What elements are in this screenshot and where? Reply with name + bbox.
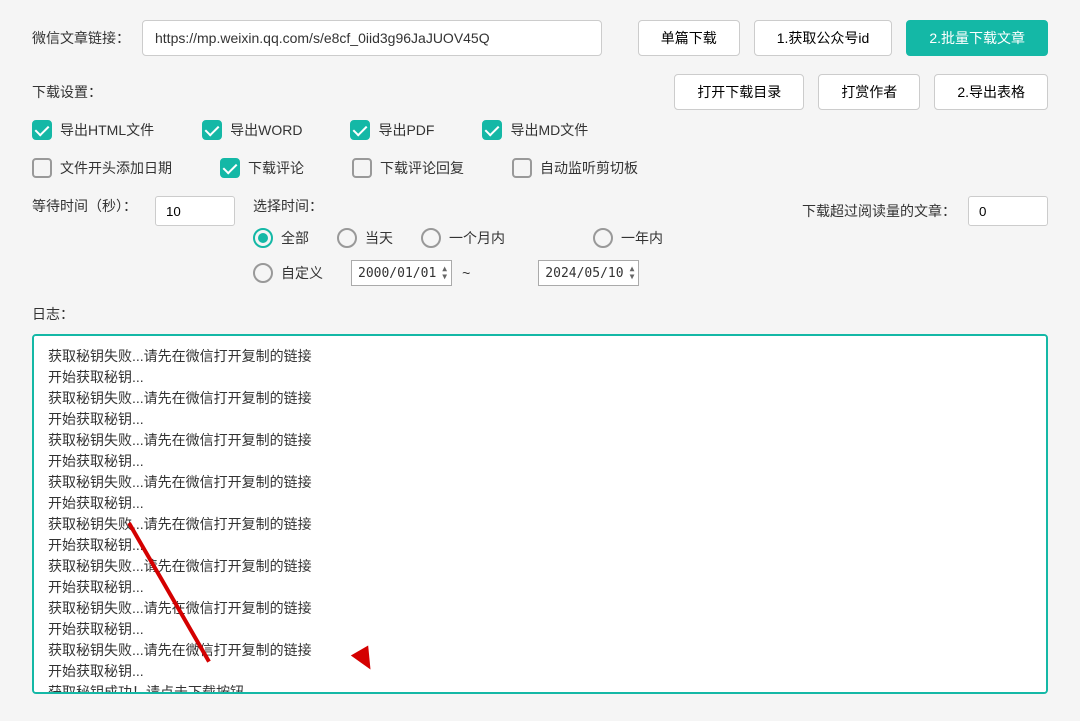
date-from-input[interactable]: 2000/01/01 ▲▼: [351, 260, 452, 286]
checkbox-icon: [202, 120, 222, 140]
add-date-label: 文件开头添加日期: [60, 158, 172, 178]
checkbox-icon: [350, 120, 370, 140]
time-settings-row: 等待时间（秒）： 选择时间： 全部 当天 一个月内 一年内: [32, 196, 1048, 286]
log-line: 开始获取秘钥...: [48, 619, 1032, 640]
radio-icon: [253, 228, 273, 248]
log-line: 获取秘钥失败...请先在微信打开复制的链接: [48, 556, 1032, 577]
spinner-icon: ▲▼: [630, 265, 635, 281]
log-label: 日志：: [32, 304, 1048, 324]
download-comments-label: 下载评论: [248, 158, 304, 178]
read-count-input[interactable]: [968, 196, 1048, 226]
checkbox-row-1: 导出HTML文件 导出WORD 导出PDF 导出MD文件: [32, 120, 1048, 140]
wait-time-label: 等待时间（秒）：: [32, 196, 137, 216]
checkbox-icon: [32, 120, 52, 140]
donate-button[interactable]: 打赏作者: [818, 74, 920, 110]
read-count-area: 下载超过阅读量的文章：: [802, 196, 1048, 226]
log-line: 获取秘钥失败...请先在微信打开复制的链接: [48, 346, 1032, 367]
auto-clipboard-checkbox[interactable]: 自动监听剪切板: [512, 158, 638, 178]
export-word-label: 导出WORD: [230, 120, 302, 140]
radio-one-year-label: 一年内: [621, 228, 663, 248]
get-account-id-button[interactable]: 1.获取公众号id: [754, 20, 893, 56]
log-line: 开始获取秘钥...: [48, 451, 1032, 472]
download-settings-label: 下载设置：: [32, 82, 102, 102]
radio-today-label: 当天: [365, 228, 393, 248]
checkbox-icon: [352, 158, 372, 178]
download-comments-checkbox[interactable]: 下载评论: [220, 158, 304, 178]
checkbox-icon: [512, 158, 532, 178]
auto-clipboard-label: 自动监听剪切板: [540, 158, 638, 178]
time-chooser: 选择时间： 全部 当天 一个月内 一年内 自定义: [253, 196, 691, 286]
log-line: 获取秘钥失败...请先在微信打开复制的链接: [48, 388, 1032, 409]
checkbox-row-2: 文件开头添加日期 下载评论 下载评论回复 自动监听剪切板: [32, 158, 1048, 178]
export-pdf-checkbox[interactable]: 导出PDF: [350, 120, 434, 140]
log-line: 开始获取秘钥...: [48, 409, 1032, 430]
log-line: 获取秘钥失败...请先在微信打开复制的链接: [48, 598, 1032, 619]
checkbox-icon: [482, 120, 502, 140]
add-date-checkbox[interactable]: 文件开头添加日期: [32, 158, 172, 178]
export-html-label: 导出HTML文件: [60, 120, 154, 140]
radio-one-year[interactable]: 一年内: [593, 228, 663, 248]
radio-custom[interactable]: 自定义: [253, 263, 323, 283]
checkbox-icon: [32, 158, 52, 178]
export-table-button[interactable]: 2.导出表格: [934, 74, 1048, 110]
date-to-value: 2024/05/10: [545, 266, 623, 281]
url-row: 微信文章链接： 单篇下载 1.获取公众号id 2.批量下载文章: [32, 20, 1048, 56]
checkbox-icon: [220, 158, 240, 178]
log-line: 获取秘钥失败...请先在微信打开复制的链接: [48, 430, 1032, 451]
export-md-label: 导出MD文件: [510, 120, 588, 140]
spinner-icon: ▲▼: [442, 265, 447, 281]
date-separator: ~: [462, 265, 470, 281]
open-download-dir-button[interactable]: 打开下载目录: [674, 74, 804, 110]
log-line: 获取秘钥失败...请先在微信打开复制的链接: [48, 514, 1032, 535]
radio-icon: [421, 228, 441, 248]
date-from-value: 2000/01/01: [358, 266, 436, 281]
radio-icon: [593, 228, 613, 248]
radio-custom-label: 自定义: [281, 263, 323, 283]
radio-icon: [337, 228, 357, 248]
batch-download-button[interactable]: 2.批量下载文章: [906, 20, 1048, 56]
export-pdf-label: 导出PDF: [378, 120, 434, 140]
wait-time-input[interactable]: [155, 196, 235, 226]
radio-all-label: 全部: [281, 228, 309, 248]
time-select-label: 选择时间：: [253, 196, 691, 216]
log-area[interactable]: 获取秘钥失败...请先在微信打开复制的链接开始获取秘钥...获取秘钥失败...请…: [32, 334, 1048, 694]
export-md-checkbox[interactable]: 导出MD文件: [482, 120, 588, 140]
date-to-input[interactable]: 2024/05/10 ▲▼: [538, 260, 639, 286]
log-line: 开始获取秘钥...: [48, 661, 1032, 682]
download-replies-label: 下载评论回复: [380, 158, 464, 178]
log-line: 开始获取秘钥...: [48, 535, 1032, 556]
log-line: 开始获取秘钥...: [48, 367, 1032, 388]
read-count-label: 下载超过阅读量的文章：: [802, 201, 956, 221]
radio-all[interactable]: 全部: [253, 228, 309, 248]
export-word-checkbox[interactable]: 导出WORD: [202, 120, 302, 140]
log-line: 开始获取秘钥...: [48, 493, 1032, 514]
radio-one-month-label: 一个月内: [449, 228, 505, 248]
log-line: 开始获取秘钥...: [48, 577, 1032, 598]
log-line: 获取秘钥成功！请点击下载按钮: [48, 682, 1032, 694]
single-download-button[interactable]: 单篇下载: [638, 20, 740, 56]
log-line: 获取秘钥失败...请先在微信打开复制的链接: [48, 640, 1032, 661]
radio-today[interactable]: 当天: [337, 228, 393, 248]
download-replies-checkbox[interactable]: 下载评论回复: [352, 158, 464, 178]
link-label: 微信文章链接：: [32, 28, 130, 48]
radio-one-month[interactable]: 一个月内: [421, 228, 505, 248]
log-line: 获取秘钥失败...请先在微信打开复制的链接: [48, 472, 1032, 493]
radio-icon: [253, 263, 273, 283]
settings-header-row: 下载设置： 打开下载目录 打赏作者 2.导出表格: [32, 74, 1048, 110]
export-html-checkbox[interactable]: 导出HTML文件: [32, 120, 154, 140]
url-input[interactable]: [142, 20, 602, 56]
